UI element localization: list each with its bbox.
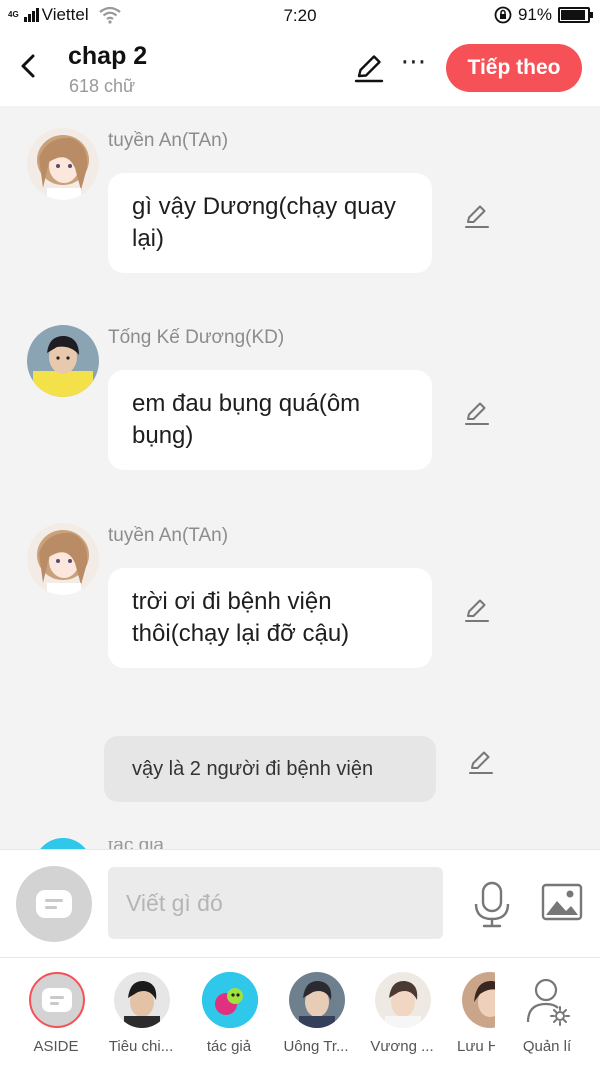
pencil-icon[interactable] [352, 51, 386, 85]
chat-area[interactable]: tuyền An(TAn) gì vậy Dương(chạy quay lại… [0, 106, 600, 849]
aside-toggle-button[interactable] [16, 866, 92, 942]
battery-fill [561, 10, 585, 20]
character-item[interactable]: Vương ... [361, 968, 443, 1064]
avatar-image [289, 972, 345, 1028]
battery-icon [558, 7, 593, 23]
avatar [375, 972, 431, 1028]
character-item[interactable]: tác giả [188, 968, 270, 1064]
narration-bubble[interactable]: vậy là 2 người đi bệnh viện [104, 736, 436, 802]
edit-icon[interactable] [466, 747, 496, 777]
avatar-image [27, 325, 99, 397]
character-selector: ASIDE Tiêu chi... tác giả Uông Tr... Vươ… [0, 957, 600, 1067]
avatar [289, 972, 345, 1028]
avatar[interactable] [27, 325, 99, 397]
avatar[interactable] [27, 128, 99, 200]
chapter-header: chap 2 618 chữ ⋯ Tiếp theo [0, 32, 600, 106]
avatar-image [462, 972, 495, 1028]
aside-icon [42, 988, 72, 1012]
composer-bar [0, 849, 600, 957]
message-bubble[interactable]: gì vậy Dương(chạy quay lại) [108, 173, 432, 273]
avatar [114, 972, 170, 1028]
chapter-title[interactable]: chap 2 [68, 42, 147, 71]
rotation-lock-icon [494, 6, 512, 24]
next-button[interactable]: Tiếp theo [446, 44, 582, 92]
microphone-icon[interactable] [470, 880, 514, 928]
word-count: 618 chữ [69, 76, 136, 96]
battery-percent: 91% [517, 5, 552, 24]
character-item[interactable]: Tiêu chi... [100, 968, 182, 1064]
sender-name: Tống Kế Dương(KD) [108, 327, 285, 348]
edit-icon[interactable] [462, 201, 492, 231]
character-manage[interactable]: Quản lí [506, 968, 588, 1064]
message-input[interactable] [108, 867, 443, 939]
avatar-image [375, 972, 431, 1028]
back-arrow-icon[interactable] [14, 50, 42, 82]
author-avatar[interactable] [34, 838, 92, 849]
avatar [202, 972, 258, 1028]
character-aside[interactable]: ASIDE [15, 968, 97, 1064]
character-label: Uông Tr... [283, 1038, 349, 1055]
character-item[interactable]: Uông Tr... [275, 968, 357, 1064]
character-label: Vương ... [370, 1038, 434, 1055]
character-label: Quản lí [522, 1038, 572, 1055]
character-label: Tiêu chi... [108, 1038, 174, 1055]
avatar-image [27, 523, 99, 595]
edit-icon[interactable] [462, 398, 492, 428]
edit-icon[interactable] [462, 595, 492, 625]
more-icon[interactable]: ⋯ [398, 48, 430, 84]
sender-name: tuyền An(TAn) [108, 525, 229, 546]
sender-name: tuyền An(TAn) [108, 130, 229, 151]
character-label: tác giả [206, 1038, 252, 1055]
avatar [462, 972, 495, 1028]
avatar-image [27, 128, 99, 200]
manage-user-icon [526, 978, 570, 1026]
character-label: Lưu H [457, 1038, 495, 1055]
avatar-image [114, 972, 170, 1028]
aside-icon [36, 890, 72, 918]
message-bubble[interactable]: trời ơi đi bệnh viện thôi(chạy lại đỡ cậ… [108, 568, 432, 668]
aside-avatar [29, 972, 85, 1028]
status-bar: 4G Viettel 7:20 91% [0, 0, 600, 32]
avatar-image [202, 972, 258, 1028]
character-label: ASIDE [33, 1038, 79, 1055]
message-bubble[interactable]: em đau bụng quá(ôm bụng) [108, 370, 432, 470]
sender-name: tác giả [108, 841, 188, 849]
character-item[interactable]: Lưu H [440, 968, 495, 1064]
image-icon[interactable] [540, 880, 584, 924]
avatar[interactable] [27, 523, 99, 595]
